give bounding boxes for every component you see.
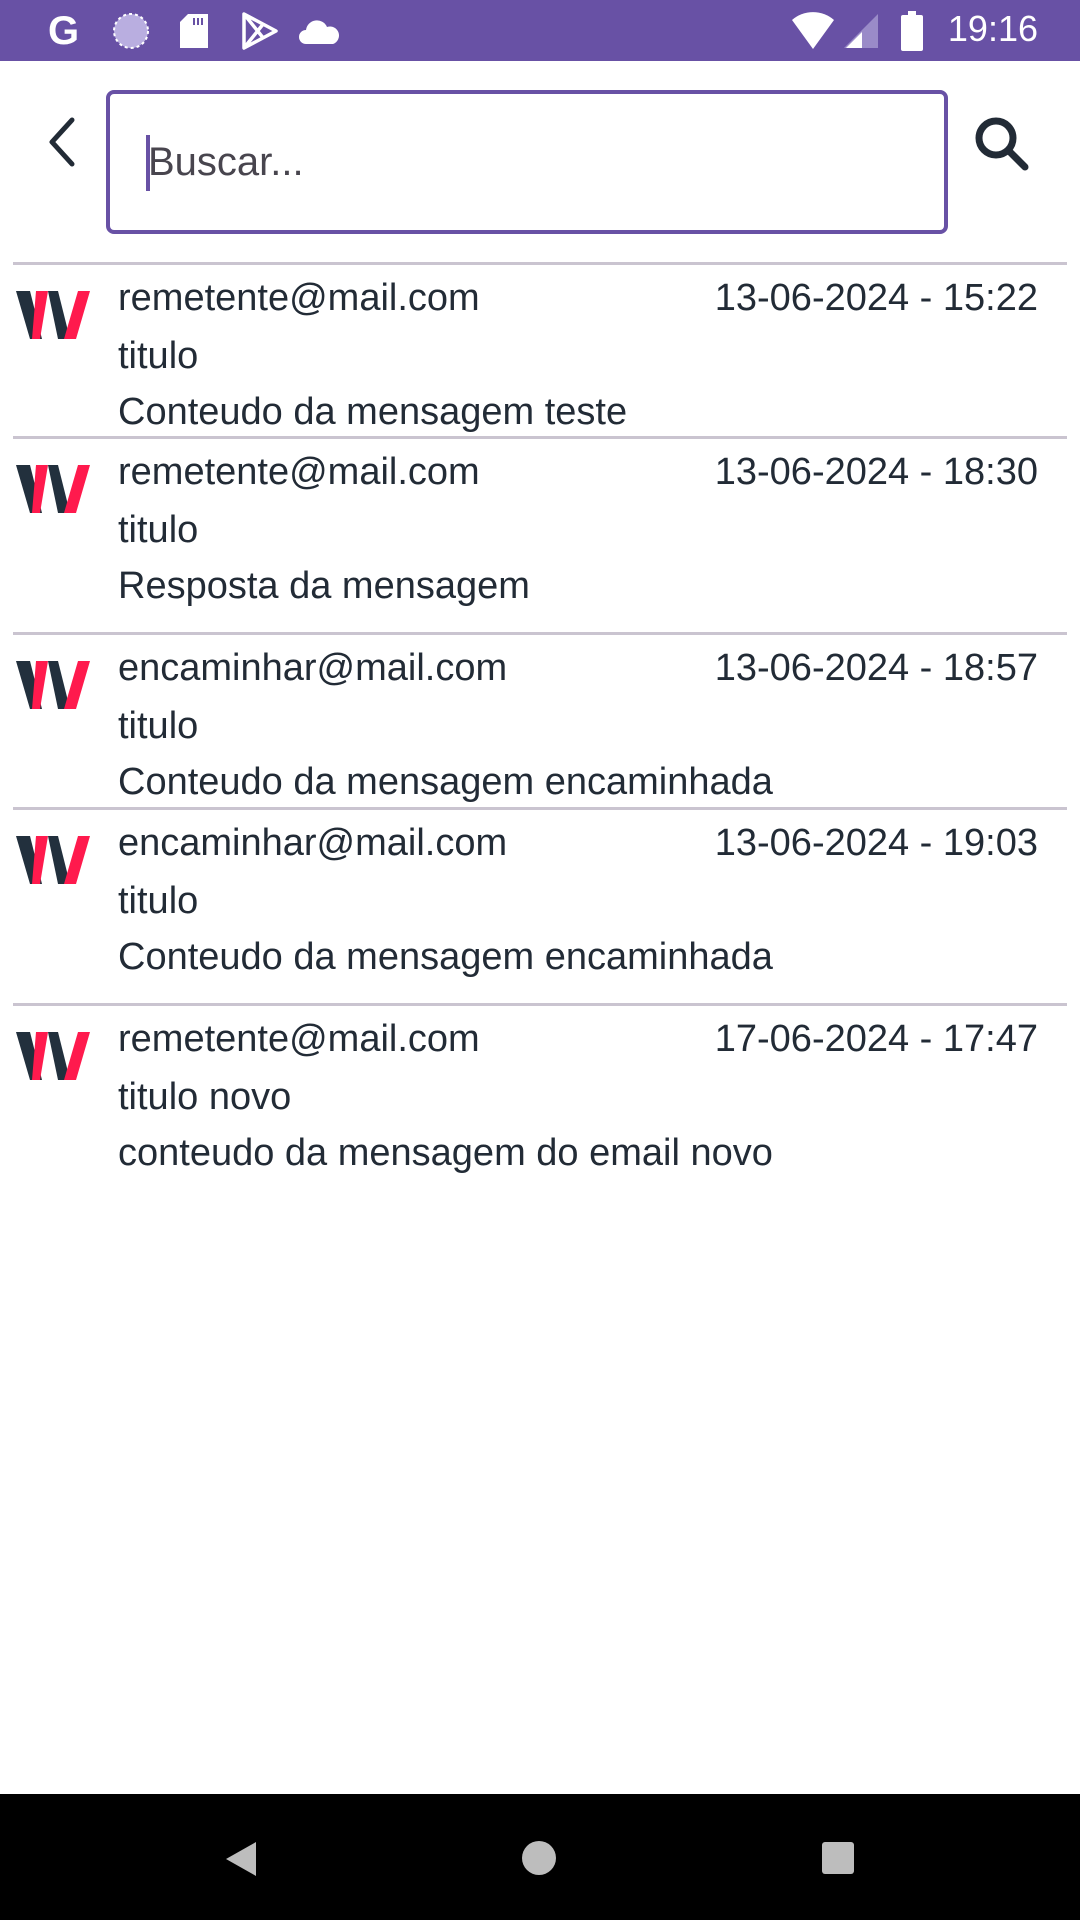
message-sender: remetente@mail.com bbox=[118, 277, 480, 319]
navigation-bar bbox=[0, 1794, 1080, 1920]
message-preview: Conteudo da mensagem teste bbox=[118, 391, 628, 433]
sd-card-icon bbox=[178, 12, 210, 50]
app-logo-icon bbox=[16, 465, 90, 513]
message-sender: remetente@mail.com bbox=[118, 451, 480, 493]
message-title: titulo bbox=[118, 509, 199, 551]
message-sender: encaminhar@mail.com bbox=[118, 822, 508, 864]
sync-icon bbox=[112, 12, 150, 50]
message-title: titulo novo bbox=[118, 1076, 292, 1118]
divider bbox=[13, 1003, 1067, 1006]
message-preview: Resposta da mensagem bbox=[118, 565, 530, 607]
message-title: titulo bbox=[118, 335, 199, 377]
status-bar: G 19:16 bbox=[0, 0, 1080, 61]
status-time: 19:16 bbox=[947, 8, 1038, 49]
divider bbox=[13, 632, 1067, 635]
divider bbox=[13, 262, 1067, 265]
app-logo-icon bbox=[16, 836, 90, 884]
message-date: 17-06-2024 - 17:47 bbox=[714, 1018, 1038, 1060]
message-date: 13-06-2024 - 19:03 bbox=[714, 822, 1038, 864]
app-logo-icon bbox=[16, 291, 90, 339]
message-sender: encaminhar@mail.com bbox=[118, 647, 508, 689]
play-store-icon bbox=[240, 12, 280, 50]
message-date: 13-06-2024 - 18:30 bbox=[714, 451, 1038, 493]
wifi-icon bbox=[790, 12, 836, 50]
battery-icon bbox=[900, 11, 924, 51]
message-title: titulo bbox=[118, 705, 199, 747]
message-date: 13-06-2024 - 18:57 bbox=[714, 647, 1038, 689]
message-preview: conteudo da mensagem do email novo bbox=[118, 1132, 773, 1174]
message-preview: Conteudo da mensagem encaminhada bbox=[118, 761, 773, 803]
divider bbox=[13, 807, 1067, 810]
message-sender: remetente@mail.com bbox=[118, 1018, 480, 1060]
text-cursor bbox=[146, 135, 150, 191]
search-input[interactable] bbox=[106, 90, 948, 234]
google-icon: G bbox=[48, 8, 80, 53]
search-button[interactable] bbox=[970, 112, 1032, 174]
message-preview: Conteudo da mensagem encaminhada bbox=[118, 936, 773, 978]
nav-recents-icon[interactable] bbox=[821, 1841, 855, 1875]
divider bbox=[13, 436, 1067, 439]
nav-back-icon[interactable] bbox=[222, 1840, 260, 1878]
back-button[interactable] bbox=[40, 112, 90, 172]
signal-icon bbox=[842, 12, 880, 50]
search-icon bbox=[975, 117, 1029, 171]
chevron-left-icon bbox=[49, 117, 75, 167]
cloud-icon bbox=[298, 12, 340, 50]
message-date: 13-06-2024 - 15:22 bbox=[714, 277, 1038, 319]
message-title: titulo bbox=[118, 880, 199, 922]
app-logo-icon bbox=[16, 1032, 90, 1080]
app-logo-icon bbox=[16, 661, 90, 709]
nav-home-icon[interactable] bbox=[521, 1840, 557, 1876]
